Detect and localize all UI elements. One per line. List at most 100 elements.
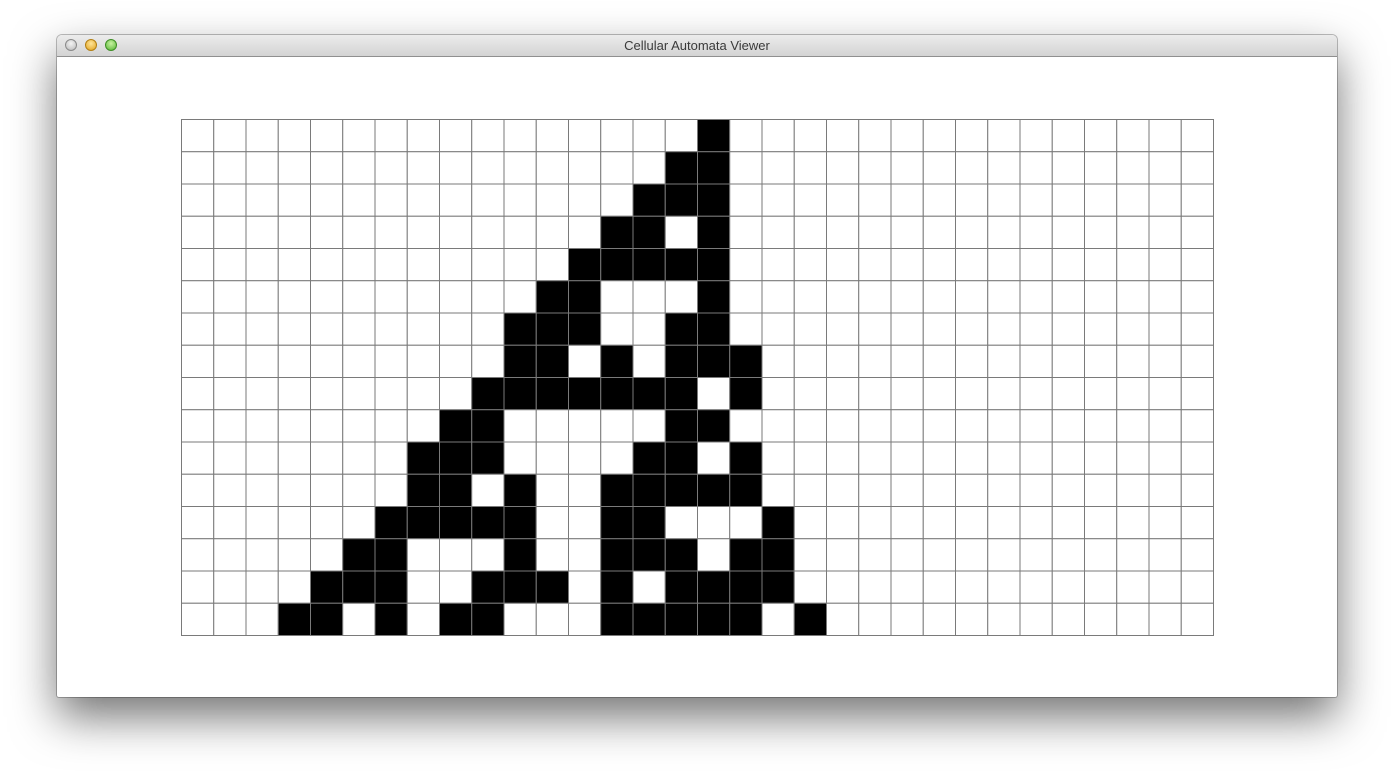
cell-dead[interactable] xyxy=(858,377,892,411)
cell-alive[interactable] xyxy=(535,344,569,378)
cell-dead[interactable] xyxy=(987,441,1021,475)
cell-dead[interactable] xyxy=(890,119,924,153)
cell-dead[interactable] xyxy=(955,344,989,378)
cell-dead[interactable] xyxy=(858,538,892,572)
cell-dead[interactable] xyxy=(277,344,311,378)
cell-dead[interactable] xyxy=(922,602,956,636)
cell-dead[interactable] xyxy=(342,312,376,346)
cell-dead[interactable] xyxy=(310,473,344,507)
cell-dead[interactable] xyxy=(245,344,279,378)
cell-dead[interactable] xyxy=(826,119,860,153)
cell-dead[interactable] xyxy=(1148,409,1182,443)
cell-dead[interactable] xyxy=(761,602,795,636)
cell-dead[interactable] xyxy=(1019,248,1053,282)
cell-dead[interactable] xyxy=(664,506,698,540)
cell-dead[interactable] xyxy=(858,506,892,540)
cell-dead[interactable] xyxy=(793,506,827,540)
cell-dead[interactable] xyxy=(987,248,1021,282)
cell-dead[interactable] xyxy=(568,215,602,249)
cell-dead[interactable] xyxy=(890,473,924,507)
cell-dead[interactable] xyxy=(342,151,376,185)
cell-dead[interactable] xyxy=(342,280,376,314)
cell-dead[interactable] xyxy=(1116,377,1150,411)
cell-alive[interactable] xyxy=(729,602,763,636)
cell-dead[interactable] xyxy=(632,280,666,314)
cell-dead[interactable] xyxy=(310,119,344,153)
cell-dead[interactable] xyxy=(439,538,473,572)
cell-dead[interactable] xyxy=(213,119,247,153)
cell-dead[interactable] xyxy=(374,344,408,378)
cell-dead[interactable] xyxy=(697,506,731,540)
cell-dead[interactable] xyxy=(277,215,311,249)
cell-dead[interactable] xyxy=(568,119,602,153)
cell-dead[interactable] xyxy=(374,473,408,507)
cell-dead[interactable] xyxy=(277,441,311,475)
cell-dead[interactable] xyxy=(342,215,376,249)
cell-dead[interactable] xyxy=(922,312,956,346)
cell-dead[interactable] xyxy=(406,151,440,185)
cell-dead[interactable] xyxy=(1084,602,1118,636)
cell-alive[interactable] xyxy=(664,151,698,185)
cell-dead[interactable] xyxy=(181,280,215,314)
cell-dead[interactable] xyxy=(1116,473,1150,507)
cell-dead[interactable] xyxy=(310,441,344,475)
cell-dead[interactable] xyxy=(406,377,440,411)
cell-dead[interactable] xyxy=(535,151,569,185)
cell-dead[interactable] xyxy=(406,215,440,249)
cell-dead[interactable] xyxy=(826,570,860,604)
cell-dead[interactable] xyxy=(922,441,956,475)
cell-alive[interactable] xyxy=(600,473,634,507)
cell-alive[interactable] xyxy=(729,570,763,604)
cell-alive[interactable] xyxy=(697,151,731,185)
cell-dead[interactable] xyxy=(729,506,763,540)
cell-dead[interactable] xyxy=(181,151,215,185)
cell-dead[interactable] xyxy=(1116,248,1150,282)
cell-dead[interactable] xyxy=(471,280,505,314)
cell-alive[interactable] xyxy=(600,215,634,249)
cell-dead[interactable] xyxy=(535,602,569,636)
cell-dead[interactable] xyxy=(987,151,1021,185)
cell-dead[interactable] xyxy=(858,570,892,604)
cell-alive[interactable] xyxy=(664,344,698,378)
cell-dead[interactable] xyxy=(987,377,1021,411)
cell-dead[interactable] xyxy=(439,280,473,314)
cell-dead[interactable] xyxy=(1019,409,1053,443)
cell-dead[interactable] xyxy=(245,183,279,217)
cell-alive[interactable] xyxy=(697,280,731,314)
cell-dead[interactable] xyxy=(1051,409,1085,443)
cell-dead[interactable] xyxy=(439,377,473,411)
cell-dead[interactable] xyxy=(1051,538,1085,572)
cell-dead[interactable] xyxy=(761,377,795,411)
cell-dead[interactable] xyxy=(277,280,311,314)
cell-dead[interactable] xyxy=(181,538,215,572)
cell-alive[interactable] xyxy=(697,570,731,604)
cell-dead[interactable] xyxy=(277,473,311,507)
cell-alive[interactable] xyxy=(664,248,698,282)
cell-alive[interactable] xyxy=(632,538,666,572)
cell-dead[interactable] xyxy=(503,441,537,475)
cell-alive[interactable] xyxy=(471,506,505,540)
cell-dead[interactable] xyxy=(245,506,279,540)
cell-dead[interactable] xyxy=(503,280,537,314)
cell-dead[interactable] xyxy=(1148,248,1182,282)
cell-dead[interactable] xyxy=(1180,312,1214,346)
cell-dead[interactable] xyxy=(1051,280,1085,314)
cell-dead[interactable] xyxy=(987,409,1021,443)
cell-dead[interactable] xyxy=(1148,506,1182,540)
cell-dead[interactable] xyxy=(568,409,602,443)
cell-alive[interactable] xyxy=(342,538,376,572)
cell-dead[interactable] xyxy=(1180,506,1214,540)
cell-alive[interactable] xyxy=(568,312,602,346)
cell-dead[interactable] xyxy=(503,119,537,153)
cell-dead[interactable] xyxy=(1116,409,1150,443)
cell-dead[interactable] xyxy=(1019,377,1053,411)
cell-dead[interactable] xyxy=(826,506,860,540)
cell-alive[interactable] xyxy=(697,119,731,153)
cell-dead[interactable] xyxy=(277,377,311,411)
cell-dead[interactable] xyxy=(213,473,247,507)
cell-alive[interactable] xyxy=(632,602,666,636)
cell-dead[interactable] xyxy=(890,377,924,411)
cell-dead[interactable] xyxy=(987,312,1021,346)
cell-dead[interactable] xyxy=(697,441,731,475)
cell-dead[interactable] xyxy=(406,570,440,604)
